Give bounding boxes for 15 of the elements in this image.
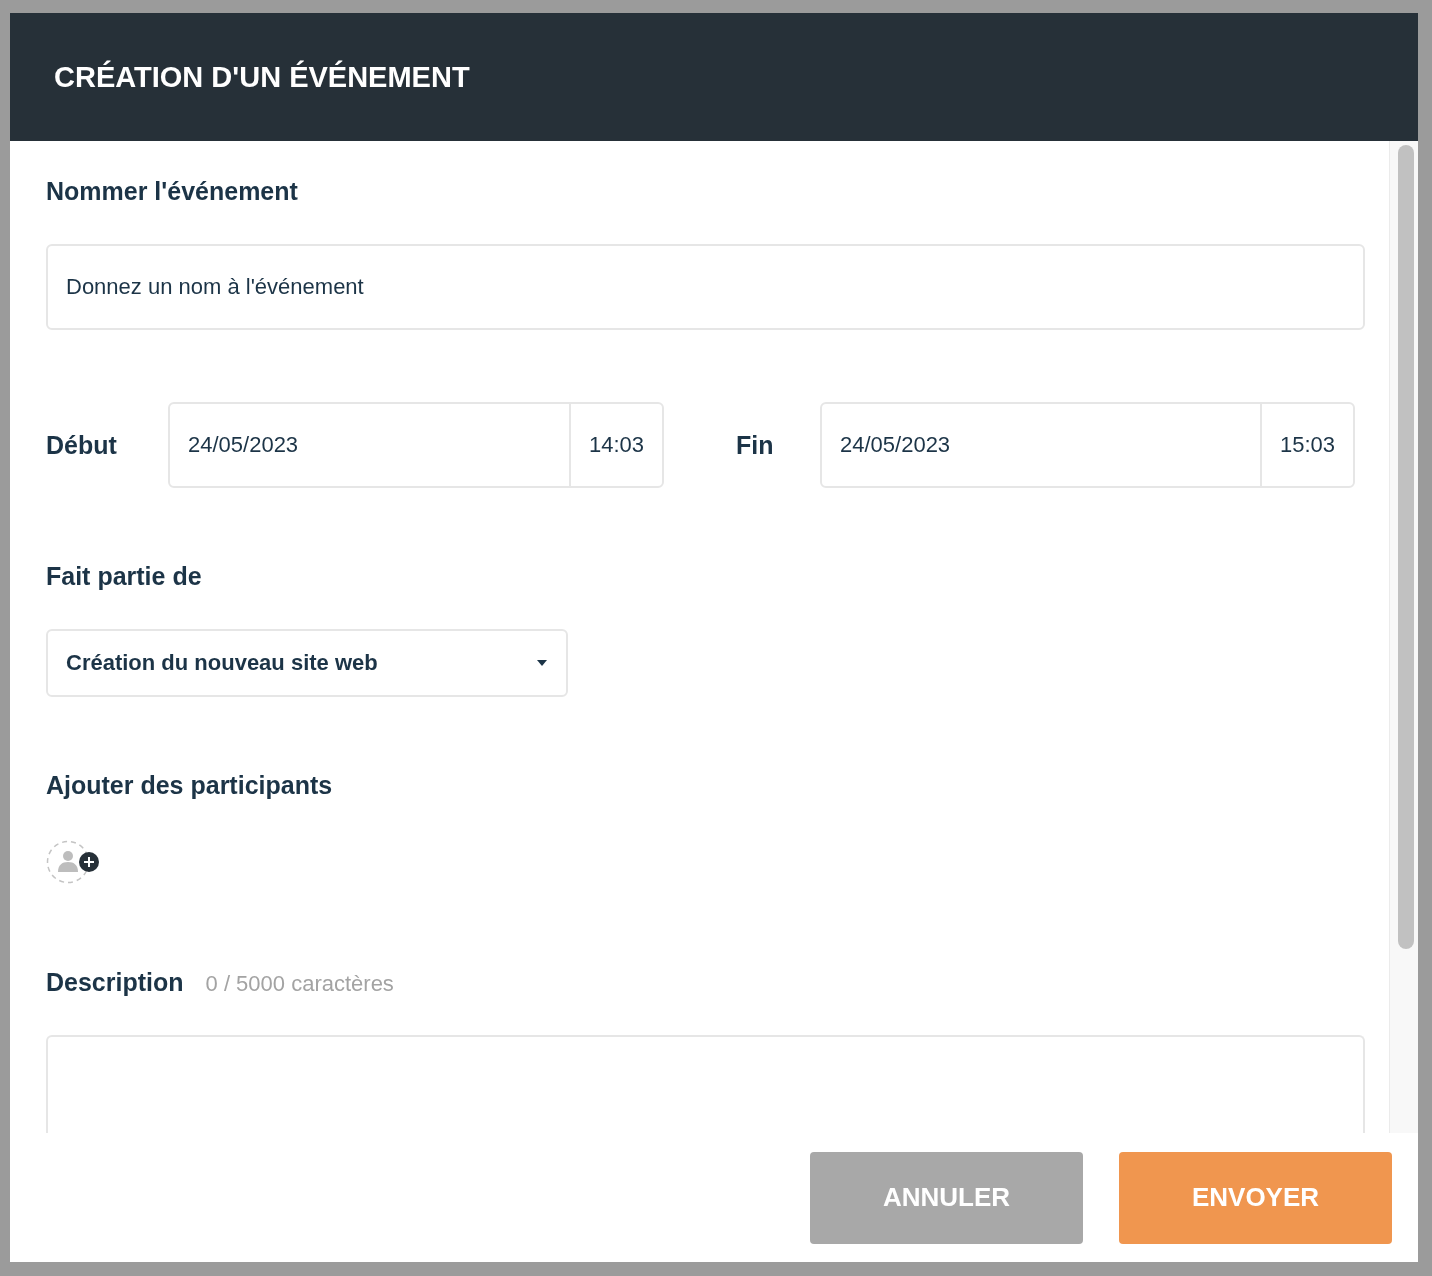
end-label: Fin [736, 430, 775, 460]
scrollbar-thumb[interactable] [1398, 145, 1414, 949]
field-label: Fait partie de [46, 562, 202, 591]
scrollbar[interactable] [1389, 141, 1418, 1133]
caret-icon [536, 659, 548, 667]
project-dropdown[interactable]: Création du nouveau site web [46, 629, 568, 697]
name-input-field[interactable]: Donnez un nom à l'événement [46, 244, 1365, 330]
description-text-area[interactable] [46, 1035, 1365, 1133]
field-label: Nommer l'événement [46, 177, 298, 206]
add-participant-icon[interactable] [46, 840, 100, 884]
field-label: Description [46, 968, 184, 997]
start-label: Début [46, 430, 118, 460]
character-counter: 0 / 5000 caractères [205, 971, 394, 997]
dialog-title: CRÉATION D'UN ÉVÉNEMENT [54, 60, 470, 94]
field-label: Ajouter des participants [46, 771, 333, 800]
